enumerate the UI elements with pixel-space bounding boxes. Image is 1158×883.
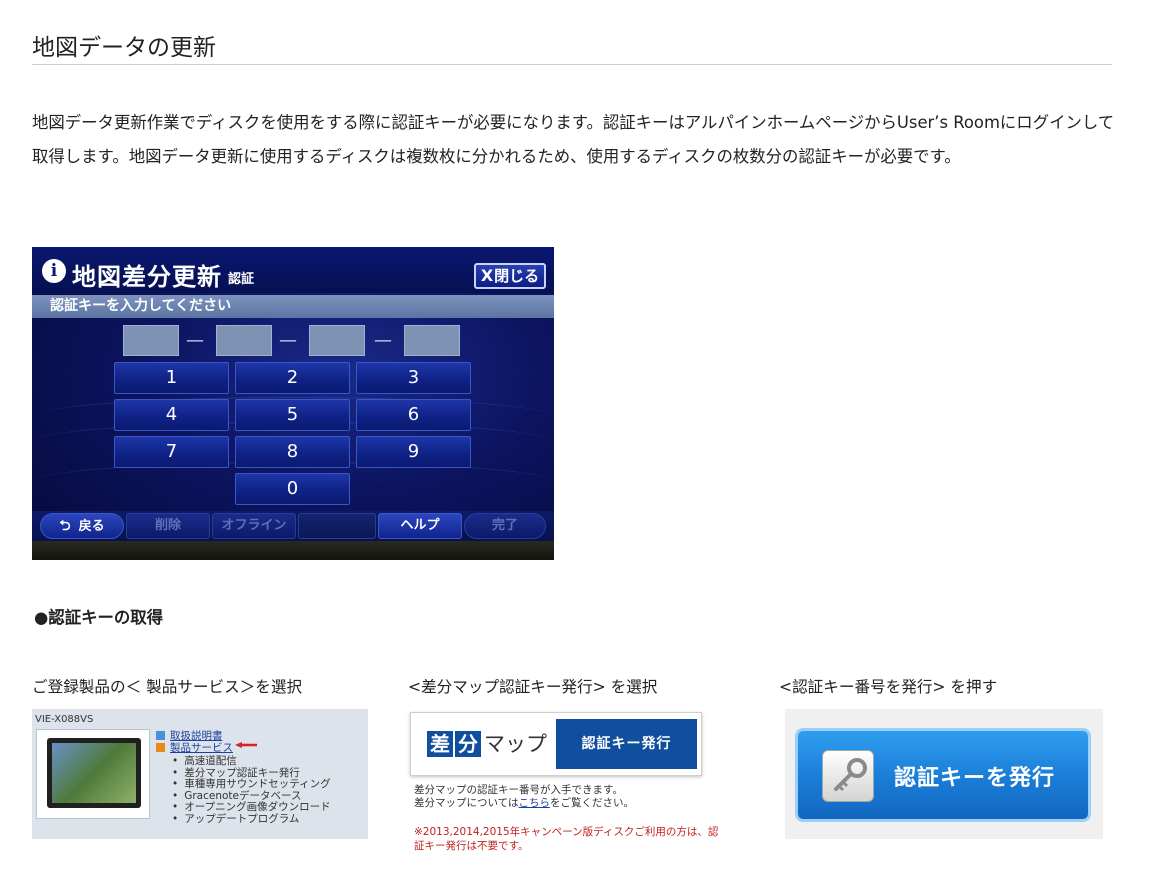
nav-title: 地図差分更新: [72, 263, 222, 291]
close-button[interactable]: X閉じる: [474, 263, 546, 289]
note-text: をご覧ください。: [549, 797, 634, 809]
campaign-warning: ※2013,2014,2015年キャンペーン版ディスクご利用の方は、認証キー発行…: [414, 826, 719, 852]
step-caption-3: <認証キー番号を発行> を押す: [779, 678, 998, 696]
key-7[interactable]: 7: [114, 436, 229, 468]
key-0[interactable]: 0: [235, 473, 350, 505]
list-item: アップデートプログラム: [172, 813, 331, 826]
list-item: 車種専用サウンドセッティング: [172, 778, 330, 791]
device-image: [36, 729, 150, 819]
red-arrow-icon: [235, 742, 257, 748]
note-line-1: 差分マップの認証キー番号が入手できます。: [414, 784, 623, 796]
back-arrow-icon: ⮌: [59, 518, 71, 534]
key-1[interactable]: 1: [114, 362, 229, 394]
empty-slot: [298, 513, 376, 539]
map-thumbnail: [52, 743, 136, 803]
issue-key-button[interactable]: 認証キー発行: [556, 719, 697, 769]
help-button[interactable]: ヘルプ: [378, 513, 462, 539]
link-square-icon: [156, 731, 165, 740]
intro-paragraph: 地図データ更新作業でディスクを使用をする際に認証キーが必要になります。認証キーは…: [32, 113, 1115, 166]
info-icon: i: [42, 259, 66, 283]
step-caption-1: ご登録製品の＜ 製品サービス＞を選択: [32, 678, 303, 696]
key-4[interactable]: 4: [114, 399, 229, 431]
issue-key-screenshot: 認証キーを発行: [785, 709, 1103, 839]
nav-footer: [32, 541, 554, 560]
page-title: 地図データの更新: [32, 35, 216, 61]
close-icon: X: [480, 266, 494, 285]
key-dash: —: [186, 330, 204, 351]
diff-map-note: 差分マップの認証キー番号が入手できます。 差分マップについてはこちらをご覧くださ…: [414, 784, 634, 810]
back-button[interactable]: ⮌ 戻る: [40, 513, 124, 539]
list-item: オープニング画像ダウンロード: [172, 801, 330, 814]
key-5[interactable]: 5: [235, 399, 350, 431]
logo-map-text: マップ: [484, 732, 547, 756]
auth-key-field-1[interactable]: [123, 325, 179, 356]
product-model: VIE-X088VS: [35, 714, 94, 725]
diff-map-key-banner[interactable]: 差 分 マップ 認証キー発行: [410, 712, 702, 776]
key-8[interactable]: 8: [235, 436, 350, 468]
device-screen: [47, 738, 141, 808]
offline-button[interactable]: オフライン: [212, 513, 296, 539]
key-2[interactable]: 2: [235, 362, 350, 394]
nav-auth-screen: i 地図差分更新 認証 X閉じる 認証キーを入力してください — — — 1 2…: [32, 247, 554, 560]
product-service-link[interactable]: 製品サービス: [156, 740, 233, 755]
link-square-icon: [156, 743, 165, 752]
product-service-screenshot: VIE-X088VS 取扱説明書 製品サービス 高速道配信 差分マップ認証キー発…: [32, 709, 368, 839]
key-3[interactable]: 3: [356, 362, 471, 394]
back-label: 戻る: [78, 519, 105, 534]
key-9[interactable]: 9: [356, 436, 471, 468]
key-dash: —: [374, 330, 392, 351]
issue-auth-key-label: 認証キーを発行: [894, 766, 1056, 791]
note-line-2: 差分マップについてはこちらをご覧ください。: [414, 797, 634, 810]
title-divider: [32, 64, 1112, 65]
close-label: 閉じる: [494, 267, 540, 285]
nav-subtitle: 認証: [228, 272, 255, 287]
list-item: 高速道配信: [172, 755, 331, 768]
issue-auth-key-button[interactable]: 認証キーを発行: [795, 728, 1091, 822]
product-service-label: 製品サービス: [170, 742, 233, 754]
logo-char-sa: 差: [427, 731, 453, 757]
nav-instruction: 認証キーを入力してください: [32, 295, 554, 318]
auth-key-field-4[interactable]: [404, 325, 460, 356]
step-caption-2: <差分マップ認証キー発行> を選択: [408, 678, 658, 696]
key-icon: [822, 750, 874, 802]
service-list: 高速道配信 差分マップ認証キー発行 車種専用サウンドセッティング Graceno…: [172, 755, 331, 826]
done-button[interactable]: 完了: [464, 513, 546, 539]
section-heading: ●認証キーの取得: [34, 608, 164, 627]
logo-char-bun: 分: [455, 731, 481, 757]
here-link[interactable]: こちら: [518, 797, 550, 809]
note-text: 差分マップについては: [414, 797, 519, 809]
auth-key-field-3[interactable]: [309, 325, 365, 356]
auth-key-field-2[interactable]: [216, 325, 272, 356]
key-dash: —: [279, 330, 297, 351]
key-6[interactable]: 6: [356, 399, 471, 431]
delete-button[interactable]: 削除: [126, 513, 210, 539]
